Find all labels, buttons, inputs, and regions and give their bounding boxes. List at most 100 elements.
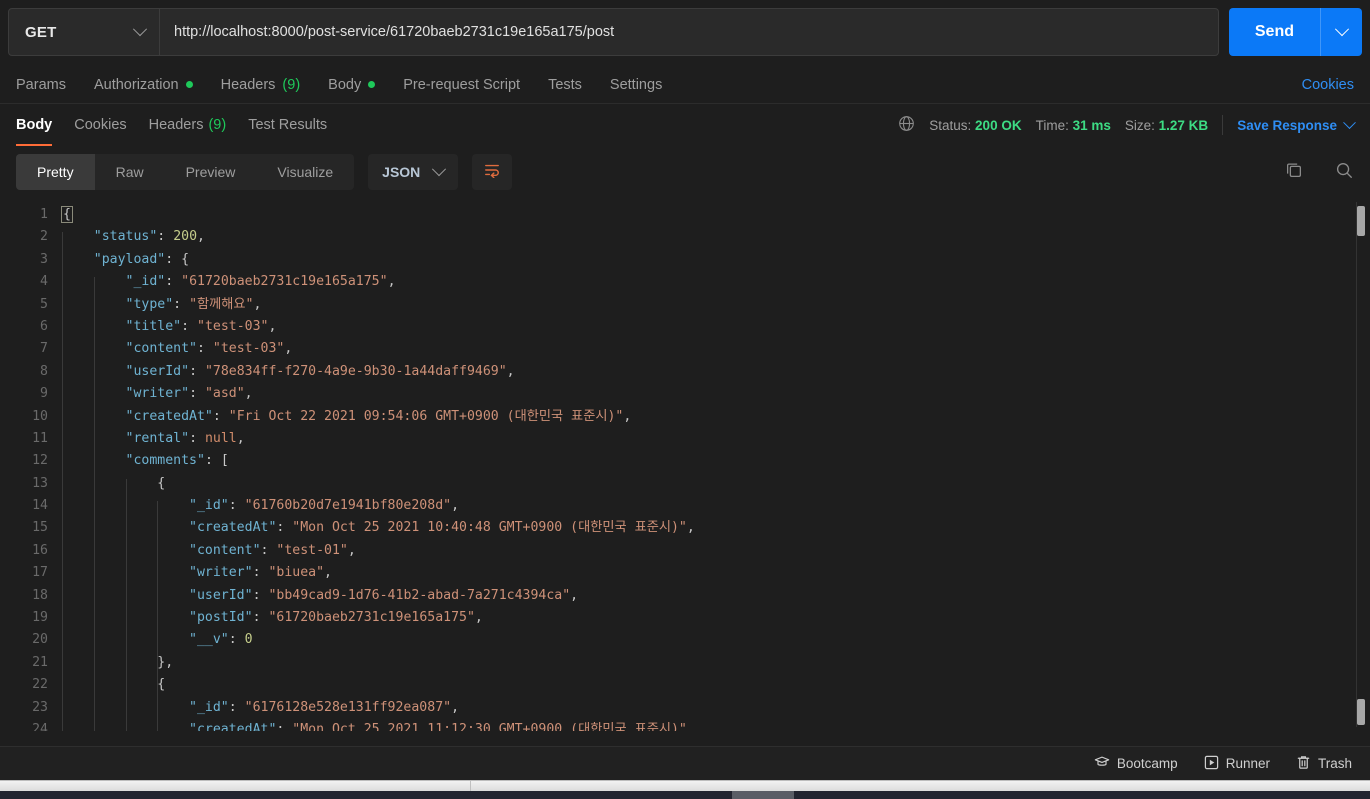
modified-dot-icon xyxy=(185,81,193,88)
code-line: "content": "test-01", xyxy=(62,540,1370,562)
line-number-gutter: 1 2 3 4 5 6 7 8 9 10 11 12 13 14 15 16 17 18 19 20 21 22 23 24 xyxy=(0,204,62,731)
footer-runner-button[interactable]: Runner xyxy=(1204,755,1270,773)
chevron-down-icon xyxy=(132,22,148,37)
code-token: 0 xyxy=(244,632,253,648)
line-number: 9 xyxy=(40,386,48,402)
response-body-viewer[interactable]: 1 2 3 4 5 6 7 8 9 10 11 12 13 14 15 16 17 18 19 20 21 22 23 24 … xyxy=(0,198,1370,731)
send-options-button[interactable] xyxy=(1320,8,1362,56)
tab-label: Body xyxy=(328,76,362,93)
tab-label: Body xyxy=(16,117,53,133)
response-tab-cookies[interactable]: Cookies xyxy=(74,104,126,146)
code-line: "title": "test-03", xyxy=(62,316,1370,338)
code-token: , xyxy=(451,498,460,514)
os-chrome xyxy=(0,780,1370,799)
code-line: "status": 200, xyxy=(62,226,1370,248)
play-box-icon xyxy=(1204,755,1219,773)
code-token: "_id" xyxy=(125,274,166,290)
code-token: , xyxy=(387,274,396,290)
footer-bootcamp-button[interactable]: Bootcamp xyxy=(1094,755,1178,772)
tab-label: Headers xyxy=(220,76,276,93)
response-tab-headers[interactable]: Headers (9) xyxy=(149,104,227,146)
code-token: : xyxy=(228,699,245,715)
code-token: : xyxy=(165,274,182,290)
tab-body[interactable]: Body xyxy=(328,76,376,93)
word-wrap-button[interactable] xyxy=(472,154,513,190)
view-mode-preview[interactable]: Preview xyxy=(165,154,257,190)
response-tab-body[interactable]: Body xyxy=(16,104,53,146)
word-wrap-icon xyxy=(483,162,501,183)
tab-label: Test Results xyxy=(248,117,328,133)
code-line: "_id": "6176128e528e131ff92ea087", xyxy=(62,697,1370,719)
code-line: "userId": "78e834ff-f270-4a9e-9b30-1a44d… xyxy=(62,361,1370,383)
save-response-button[interactable]: Save Response xyxy=(1237,115,1356,133)
scrollbar-thumb[interactable] xyxy=(1357,206,1365,236)
trash-icon xyxy=(1296,755,1311,773)
view-mode-pretty[interactable]: Pretty xyxy=(16,154,95,190)
tab-settings[interactable]: Settings xyxy=(610,77,662,93)
code-token: "type" xyxy=(125,296,174,312)
code-token: "userId" xyxy=(189,587,253,603)
send-button[interactable]: Send xyxy=(1228,8,1320,56)
code-line: }, xyxy=(62,652,1370,674)
line-number: 4 xyxy=(40,274,48,290)
vertical-scrollbar[interactable] xyxy=(1356,202,1366,727)
code-line: "_id": "61720baeb2731c19e165a175", xyxy=(62,271,1370,293)
os-taskbar-active-item[interactable] xyxy=(732,791,794,799)
code-token: : xyxy=(189,386,205,402)
scrollbar-thumb-bottom[interactable] xyxy=(1357,699,1365,725)
code-line: "type": "함께해요", xyxy=(62,294,1370,316)
tab-headers[interactable]: Headers (9) xyxy=(221,77,301,93)
tab-pre-request-script[interactable]: Pre-request Script xyxy=(403,77,520,93)
cookies-link[interactable]: Cookies xyxy=(1302,77,1354,93)
time-value: 31 ms xyxy=(1072,117,1111,133)
code-token: : xyxy=(228,632,245,648)
response-header: Body Cookies Headers (9) Test Results Sta… xyxy=(0,104,1370,146)
divider xyxy=(1222,115,1224,135)
tab-label: Headers xyxy=(148,117,204,133)
status-value: 200 OK xyxy=(975,117,1022,133)
tab-tests[interactable]: Tests xyxy=(548,77,582,93)
view-mode-group: Pretty Raw Preview Visualize xyxy=(16,154,355,190)
body-tools xyxy=(1284,160,1354,185)
modified-dot-icon xyxy=(368,81,376,88)
http-method-dropdown[interactable]: GET xyxy=(8,8,160,56)
code-token: "78e834ff-f270-4a9e-9b30-1a44daff9469" xyxy=(204,363,507,379)
url-input[interactable]: http://localhost:8000/post-service/61720… xyxy=(160,8,1219,56)
line-number: 1 xyxy=(40,207,48,222)
horizontal-scrollbar[interactable] xyxy=(0,780,1370,791)
footer-label: Bootcamp xyxy=(1116,756,1178,771)
copy-icon[interactable] xyxy=(1284,160,1304,185)
code-token: "title" xyxy=(125,318,182,334)
tab-label: Params xyxy=(16,76,66,93)
footer-trash-button[interactable]: Trash xyxy=(1296,755,1352,773)
code-line: "createdAt": "Mon Oct 25 2021 10:40:48 G… xyxy=(62,517,1370,539)
chevron-down-icon xyxy=(432,162,447,177)
globe-icon xyxy=(898,115,915,135)
code-token: "userId" xyxy=(125,363,190,379)
tab-authorization[interactable]: Authorization xyxy=(94,77,193,93)
line-number: 13 xyxy=(32,475,48,491)
response-tab-test-results[interactable]: Test Results xyxy=(248,104,327,146)
response-meta: Status: 200 OK Time: 31 ms Size: 1.27 KB… xyxy=(898,115,1356,135)
code-token: : xyxy=(189,363,205,379)
tab-params[interactable]: Params xyxy=(16,77,66,93)
search-icon[interactable] xyxy=(1334,160,1354,185)
code-line: "createdAt": "Fri Oct 22 2021 09:54:06 G… xyxy=(62,406,1370,428)
time-label: Time: 31 ms xyxy=(1035,117,1111,133)
code-token: , xyxy=(284,341,293,357)
view-mode-raw[interactable]: Raw xyxy=(95,154,165,190)
tab-label: Settings xyxy=(609,76,663,93)
code-token: "comments" xyxy=(125,453,205,469)
request-tabs: Params Authorization Headers (9) Body Pre… xyxy=(0,66,1370,104)
format-dropdown[interactable]: JSON xyxy=(368,154,459,190)
scrollbar-divider xyxy=(470,781,471,791)
code-token: , xyxy=(253,296,262,312)
tab-label: Tests xyxy=(548,76,582,93)
view-mode-visualize[interactable]: Visualize xyxy=(256,154,354,190)
line-number: 20 xyxy=(32,632,48,648)
code-token: : xyxy=(252,610,269,626)
code-token: "함께해요" xyxy=(189,296,254,312)
code-token: "61760b20d7e1941bf80e208d" xyxy=(244,498,452,514)
code-token: , xyxy=(244,386,253,402)
code-token: : { xyxy=(165,251,190,267)
